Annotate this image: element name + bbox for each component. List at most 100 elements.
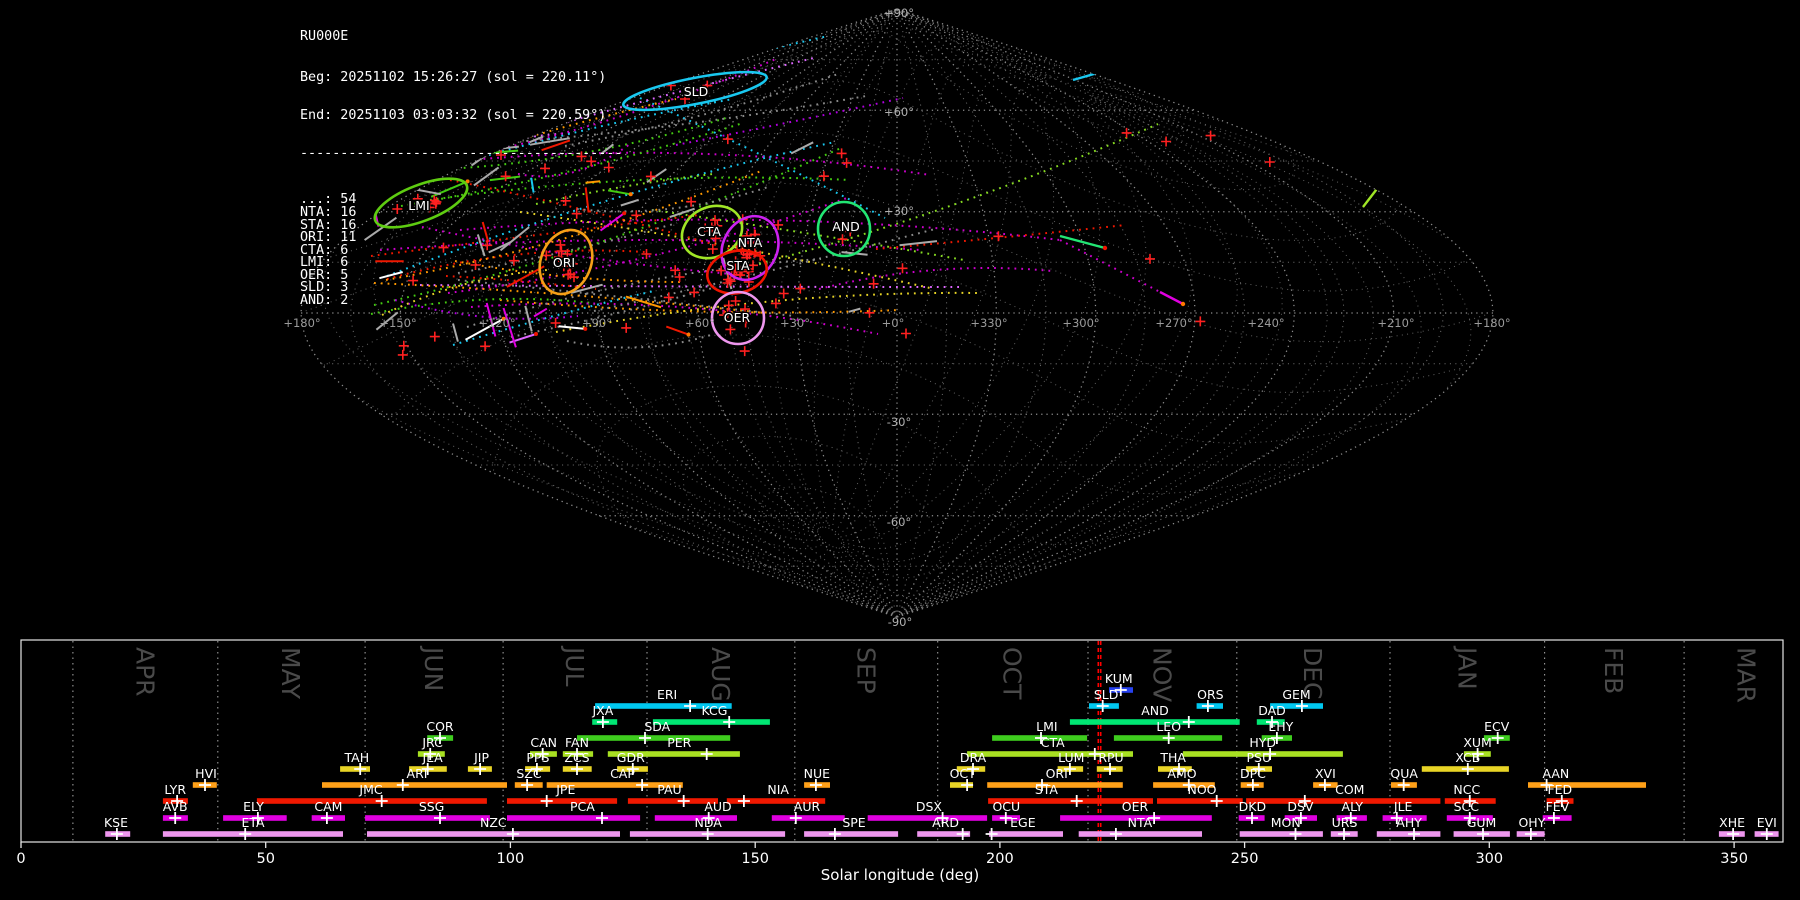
radiant-label-SLD: SLD (684, 84, 709, 99)
lon-label: +0° (882, 316, 905, 330)
lon-label: +60° (685, 316, 715, 330)
shower-label-ARI: ARI (407, 766, 428, 781)
legend-item-AND: AND: 2 (300, 293, 349, 309)
lat-label: -90° (888, 615, 913, 629)
month-label-OCT: OCT (998, 647, 1027, 700)
month-label-SEP: SEP (851, 647, 880, 694)
shower-label-ERI: ERI (657, 687, 677, 702)
shower-label-FED: FED (1547, 782, 1572, 797)
lat-label: +60° (884, 105, 914, 119)
shower-peak-SPE (828, 828, 841, 840)
lat-label: +30° (884, 204, 914, 218)
shower-label-XUM: XUM (1463, 735, 1492, 750)
shower-peak-NIA (737, 795, 750, 807)
shower-bar-NZC (367, 831, 620, 837)
shower-label-DAD: DAD (1258, 703, 1286, 718)
shower-label-GUM: GUM (1467, 815, 1497, 830)
shower-label-AUD: AUD (704, 799, 731, 814)
shower-label-PPS: PPS (526, 750, 549, 765)
info-block: RU000E Beg: 20251102 15:26:27 (sol = 220… (300, 6, 622, 333)
shower-bar-EGE (989, 831, 1063, 837)
shower-label-ORI: ORI (1046, 766, 1068, 781)
lat-label: -60° (887, 515, 912, 529)
radiant-label-NTA: NTA (738, 235, 763, 250)
shower-label-JXA: JXA (591, 703, 613, 718)
month-label-APR: APR (130, 647, 159, 697)
shower-label-SDA: SDA (644, 719, 670, 734)
shower-label-COR: COR (426, 719, 454, 734)
month-label-MAR: MAR (1731, 647, 1760, 703)
month-label-NOV: NOV (1147, 647, 1176, 702)
shower-label-SLD: SLD (1094, 687, 1119, 702)
shower-label-NTA: NTA (1128, 815, 1153, 830)
lon-label: +240° (1247, 316, 1284, 330)
shower-label-FAN: FAN (565, 735, 589, 750)
shower-bar-SSG (365, 815, 490, 821)
month-label-MAY: MAY (276, 647, 305, 700)
shower-label-OHY: OHY (1518, 815, 1545, 830)
shower-label-LUM: LUM (1058, 750, 1084, 765)
shower-label-HYD: HYD (1249, 735, 1276, 750)
lon-label: +30° (780, 316, 810, 330)
shower-bar-SPE (804, 831, 899, 837)
shower-peak-AND (1182, 716, 1195, 728)
lon-label: +300° (1062, 316, 1099, 330)
shower-label-XHE: XHE (1719, 815, 1745, 830)
x-tick-label-250: 250 (1231, 851, 1259, 867)
shower-bar-KCG (652, 719, 770, 725)
separator-line: ---------------------------------------- (300, 145, 623, 161)
shower-bar-ARI (322, 782, 507, 788)
x-tick-label-150: 150 (741, 851, 769, 867)
shower-label-RPU: RPU (1098, 750, 1123, 765)
radiant-label-STA: STA (726, 258, 750, 273)
radiant-label-OER: OER (724, 310, 751, 325)
shower-label-OCT: OCT (950, 766, 977, 781)
shower-bar-MON (1239, 831, 1323, 837)
shower-label-EGE: EGE (1010, 815, 1036, 830)
shower-count-legend: ...: 54 NTA: 16 STA: 16 ORI: 11 CTA: 6 LMI: 6… (300, 193, 622, 309)
shower-label-AMO: AMO (1167, 766, 1196, 781)
lon-label: +330° (970, 316, 1007, 330)
month-label-JUN: JUN (419, 645, 448, 691)
shower-label-DSX: DSX (916, 799, 943, 814)
shower-label-CAM: CAM (314, 799, 342, 814)
x-tick-label-300: 300 (1475, 851, 1503, 867)
shower-peak-NZC (506, 828, 519, 840)
shower-label-AND: AND (1141, 703, 1169, 718)
shower-label-HVI: HVI (195, 766, 217, 781)
obs-end: End: 20251103 03:03:32 (sol = 220.59°) (300, 107, 607, 123)
shower-label-NIA: NIA (767, 782, 789, 797)
shower-label-EVI: EVI (1757, 815, 1777, 830)
shower-peak-PCA (596, 812, 608, 824)
shower-label-KCG: KCG (702, 703, 728, 718)
shower-label-MON: MON (1271, 815, 1301, 830)
x-tick-label-0: 0 (16, 851, 25, 867)
shower-bar-PCA (507, 815, 641, 821)
plot-canvas: SLD LMI ORI CTA NTA STA AND OER +90° +60° +30° -30°… (16, 6, 1784, 867)
shower-bar-DSX (867, 815, 988, 821)
shower-bar-ETA (162, 831, 343, 837)
shower-label-NCC: NCC (1453, 782, 1480, 797)
shower-label-AUR: AUR (794, 799, 821, 814)
shower-label-JRC: JRC (421, 735, 443, 750)
shower-bar-SDA (577, 735, 731, 741)
shower-label-OCU: OCU (992, 799, 1020, 814)
shower-label-GDR: GDR (617, 750, 645, 765)
month-label-JUL: JUL (560, 645, 589, 687)
shower-label-PSU: PSU (1246, 750, 1271, 765)
shower-label-ECV: ECV (1484, 719, 1510, 734)
shower-label-STA: STA (1035, 782, 1059, 797)
shower-label-URS: URS (1332, 815, 1358, 830)
shower-label-FEV: FEV (1546, 799, 1570, 814)
shower-label-ALY: ALY (1342, 799, 1364, 814)
shower-label-GEM: GEM (1282, 687, 1310, 702)
legend-item-ORI: ORI: 11 (300, 230, 357, 246)
shower-label-THA: THA (1159, 750, 1186, 765)
shower-bar-NTA (1078, 831, 1202, 837)
radiant-label-CTA: CTA (697, 224, 721, 239)
shower-label-ELY: ELY (243, 799, 264, 814)
shower-label-ORS: ORS (1197, 687, 1224, 702)
shower-label-PCA: PCA (570, 799, 595, 814)
shower-label-NUE: NUE (804, 766, 830, 781)
shower-label-LYR: LYR (164, 782, 186, 797)
